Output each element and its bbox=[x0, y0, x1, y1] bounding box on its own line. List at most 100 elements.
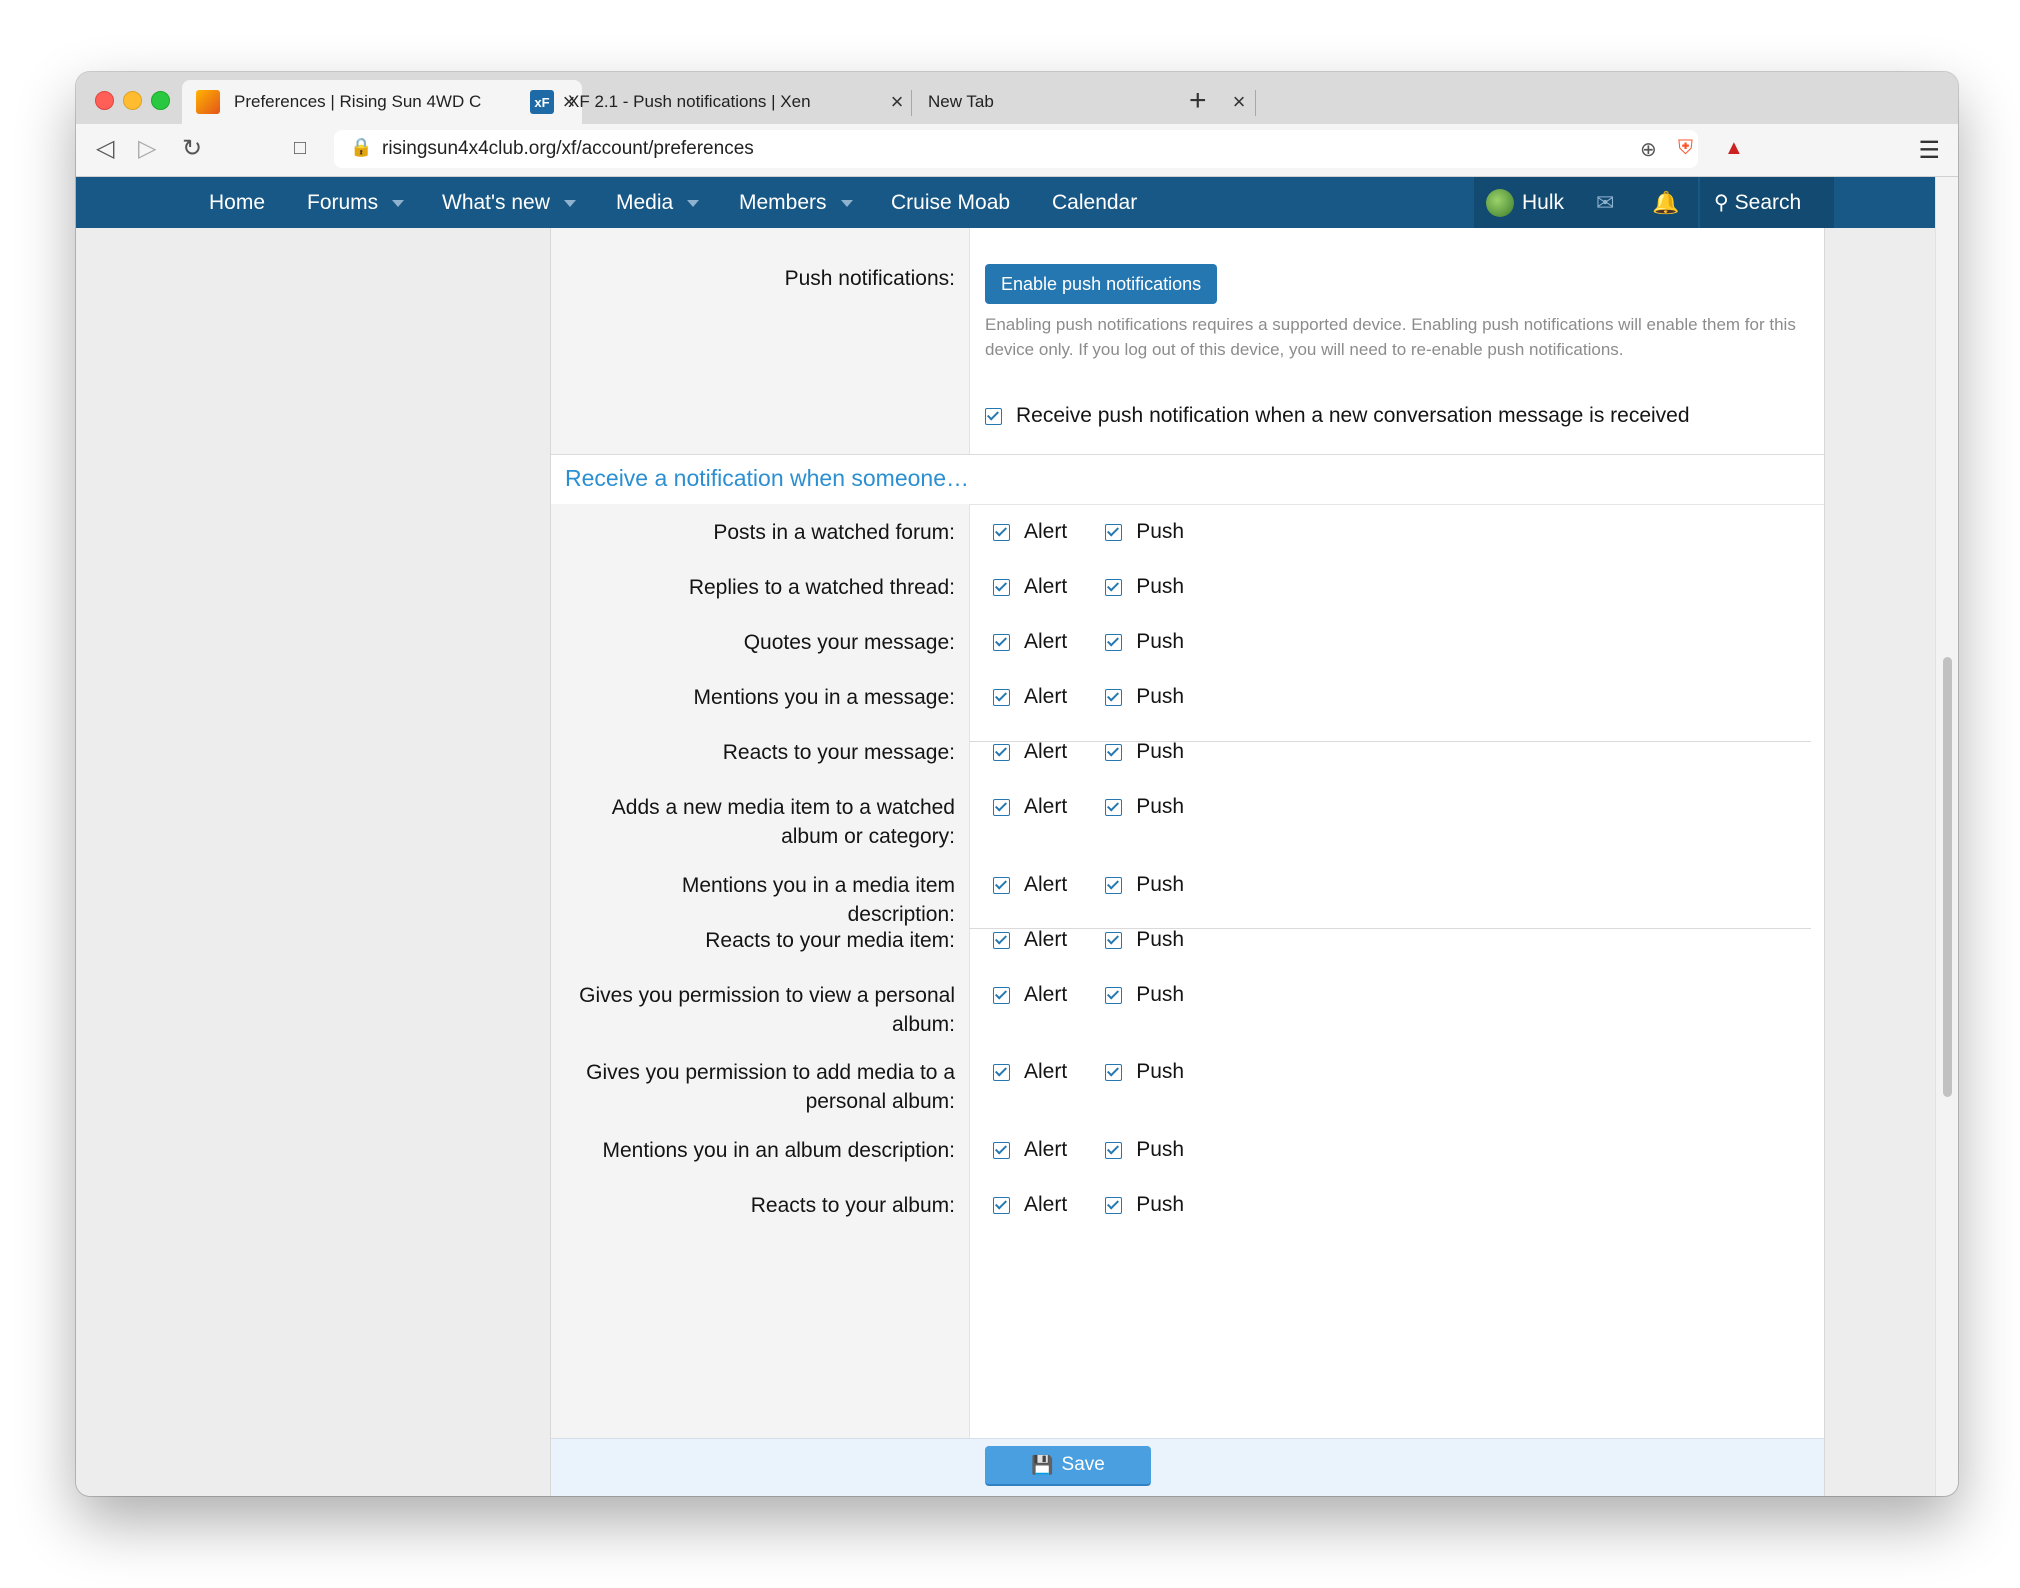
checkbox-checked-icon[interactable] bbox=[993, 1196, 1010, 1214]
bell-icon[interactable]: 🔔 bbox=[1652, 177, 1679, 228]
push-checkbox[interactable]: Push bbox=[1105, 928, 1184, 952]
push-checkbox[interactable]: Push bbox=[1105, 740, 1184, 764]
nav-calendar[interactable]: Calendar bbox=[1052, 177, 1137, 228]
chevron-down-icon[interactable] bbox=[840, 199, 853, 207]
checkbox-checked-icon[interactable] bbox=[1105, 986, 1123, 1004]
bookmark-icon[interactable]: □ bbox=[294, 137, 306, 160]
nav-cruise-moab[interactable]: Cruise Moab bbox=[891, 177, 1010, 228]
alert-checkbox[interactable]: Alert bbox=[993, 1060, 1067, 1084]
checkbox-checked-icon[interactable] bbox=[993, 876, 1010, 894]
search-button[interactable]: ⚲ Search bbox=[1714, 177, 1801, 228]
push-checkbox[interactable]: Push bbox=[1105, 1060, 1184, 1084]
pref-options: Alert Push bbox=[993, 630, 1222, 654]
nav-whats-new[interactable]: What's new bbox=[442, 177, 576, 228]
checkbox-checked-icon[interactable] bbox=[993, 688, 1010, 706]
push-checkbox[interactable]: Push bbox=[1105, 630, 1184, 654]
brave-shields-icon[interactable]: ⛨ bbox=[1678, 137, 1693, 160]
save-button[interactable]: 💾 Save bbox=[985, 1446, 1151, 1486]
nav-members[interactable]: Members bbox=[739, 177, 853, 228]
nav-media[interactable]: Media bbox=[616, 177, 700, 228]
tab-separator bbox=[1255, 90, 1256, 116]
chevron-down-icon[interactable] bbox=[687, 199, 700, 207]
push-checkbox[interactable]: Push bbox=[1105, 795, 1184, 819]
alert-checkbox[interactable]: Alert bbox=[993, 873, 1067, 897]
pref-options: Alert Push bbox=[993, 873, 1222, 897]
checkbox-checked-icon[interactable] bbox=[1105, 1063, 1123, 1081]
checkbox-checked-icon[interactable] bbox=[1105, 523, 1123, 541]
push-checkbox[interactable]: Push bbox=[1105, 873, 1184, 897]
browser-menu-icon[interactable]: ☰ bbox=[1918, 136, 1940, 165]
inbox-icon[interactable]: ✉ bbox=[1596, 177, 1614, 228]
push-notifications-label: Push notifications: bbox=[784, 267, 955, 290]
checkbox-checked-icon[interactable] bbox=[993, 633, 1010, 651]
address-bar[interactable]: 🔒 risingsun4x4club.org/xf/account/prefer… bbox=[334, 130, 1744, 168]
push-checkbox[interactable]: Push bbox=[1105, 575, 1184, 599]
nav-home[interactable]: Home bbox=[209, 177, 265, 228]
pref-row-label: Posts in a watched forum: bbox=[713, 521, 955, 544]
checkbox-checked-icon[interactable] bbox=[1105, 798, 1123, 816]
alert-checkbox[interactable]: Alert bbox=[993, 740, 1067, 764]
minimize-window-button[interactable] bbox=[123, 91, 142, 110]
alert-checkbox[interactable]: Alert bbox=[993, 685, 1067, 709]
alert-checkbox[interactable]: Alert bbox=[993, 520, 1067, 544]
url-text: risingsun4x4club.org/xf/account/preferen… bbox=[382, 138, 754, 159]
tab-push-notifications[interactable]: xF XF 2.1 - Push notifications | Xen × bbox=[516, 80, 910, 124]
checkbox-checked-icon[interactable] bbox=[1105, 1141, 1123, 1159]
alert-checkbox[interactable]: Alert bbox=[993, 795, 1067, 819]
push-checkbox[interactable]: Push bbox=[1105, 983, 1184, 1007]
pref-row-label: Gives you permission to add media to a p… bbox=[586, 1061, 955, 1113]
chevron-down-icon[interactable] bbox=[392, 199, 405, 207]
enable-push-button[interactable]: Enable push notifications bbox=[985, 264, 1218, 304]
checkbox-checked-icon[interactable] bbox=[1105, 633, 1123, 651]
checkbox-checked-icon[interactable] bbox=[1105, 743, 1123, 761]
tab-separator bbox=[911, 90, 912, 116]
checkbox-checked-icon[interactable] bbox=[993, 523, 1010, 541]
alert-checkbox[interactable]: Alert bbox=[993, 1138, 1067, 1162]
brave-rewards-icon[interactable]: ▲ bbox=[1724, 137, 1744, 160]
checkbox-checked-icon[interactable] bbox=[993, 1141, 1010, 1159]
section-title: Receive a notification when someone… bbox=[565, 465, 970, 491]
checkbox-checked-icon[interactable] bbox=[1105, 876, 1123, 894]
new-tab-icon[interactable]: + bbox=[1189, 84, 1207, 118]
alert-checkbox[interactable]: Alert bbox=[993, 575, 1067, 599]
close-tab-icon[interactable]: × bbox=[884, 89, 910, 115]
pref-options: Alert Push bbox=[993, 1138, 1222, 1162]
nav-forums[interactable]: Forums bbox=[307, 177, 405, 228]
close-tab-icon[interactable]: × bbox=[1226, 89, 1252, 115]
add-to-page-icon[interactable]: ⊕ bbox=[1640, 137, 1657, 162]
push-checkbox[interactable]: Push bbox=[1105, 1138, 1184, 1162]
checkbox-checked-icon[interactable] bbox=[1105, 578, 1123, 596]
push-checkbox[interactable]: Push bbox=[1105, 685, 1184, 709]
reload-icon[interactable]: ↻ bbox=[182, 134, 202, 163]
back-icon[interactable]: ◁ bbox=[96, 134, 114, 163]
group-divider bbox=[969, 928, 1811, 929]
scrollbar-thumb[interactable] bbox=[1943, 657, 1952, 1097]
alert-checkbox[interactable]: Alert bbox=[993, 983, 1067, 1007]
forward-icon[interactable]: ▷ bbox=[138, 134, 156, 163]
checkbox-checked-icon[interactable] bbox=[993, 1063, 1010, 1081]
checkbox-checked-icon[interactable] bbox=[1105, 1196, 1123, 1214]
pref-row-label: Replies to a watched thread: bbox=[688, 576, 955, 599]
zoom-window-button[interactable] bbox=[151, 91, 170, 110]
push-checkbox[interactable]: Push bbox=[1105, 520, 1184, 544]
checkbox-checked-icon[interactable] bbox=[993, 743, 1010, 761]
chevron-down-icon[interactable] bbox=[563, 199, 576, 207]
checkbox-checked-icon[interactable] bbox=[993, 986, 1010, 1004]
browser-toolbar: ◁ ▷ ↻ □ 🔒 risingsun4x4club.org/xf/accoun… bbox=[76, 124, 1958, 177]
checkbox-checked-icon[interactable] bbox=[993, 798, 1010, 816]
conversation-push-checkbox[interactable]: Receive push notification when a new con… bbox=[985, 404, 1690, 428]
checkbox-checked-icon[interactable] bbox=[993, 931, 1010, 949]
pref-options: Alert Push bbox=[993, 740, 1222, 764]
close-window-button[interactable] bbox=[95, 91, 114, 110]
alert-checkbox[interactable]: Alert bbox=[993, 630, 1067, 654]
xenforo-favicon-icon: xF bbox=[530, 90, 554, 114]
scrollbar[interactable] bbox=[1935, 177, 1958, 1496]
checkbox-checked-icon[interactable] bbox=[993, 578, 1010, 596]
checkbox-checked-icon[interactable] bbox=[1105, 688, 1123, 706]
alert-checkbox[interactable]: Alert bbox=[993, 928, 1067, 952]
push-checkbox[interactable]: Push bbox=[1105, 1193, 1184, 1217]
user-menu[interactable]: Hulk bbox=[1486, 177, 1564, 228]
alert-checkbox[interactable]: Alert bbox=[993, 1193, 1067, 1217]
checkbox-checked-icon[interactable] bbox=[1105, 931, 1123, 949]
checkbox-checked-icon[interactable] bbox=[985, 407, 1002, 425]
